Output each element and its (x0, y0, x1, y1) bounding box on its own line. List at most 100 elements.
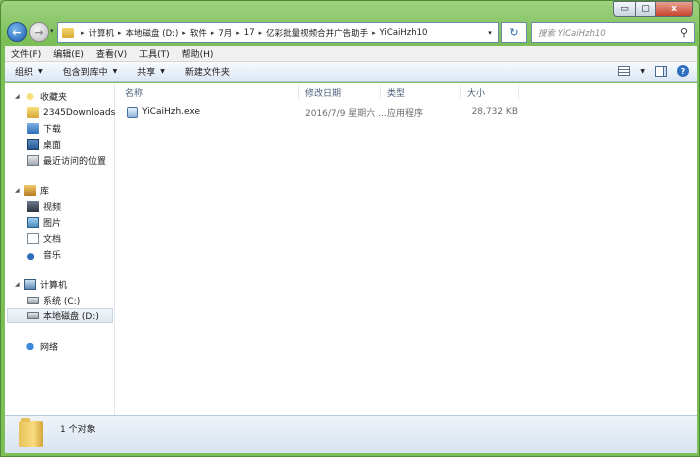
file-row[interactable]: YiCaiHzh.exe 2016/7/9 星期六 ... 应用程序 28,73… (123, 104, 523, 120)
sidebar-item-label: 图片 (43, 219, 62, 229)
command-bar: 组织 ▼ 包含到库中 ▼ 共享 ▼ 新建文件夹 ▼ ? (5, 62, 697, 82)
library-icon (24, 185, 36, 196)
breadcrumb-separator[interactable]: ▸ (81, 29, 85, 37)
minimize-button[interactable]: ▭ (613, 1, 635, 17)
chevron-down-icon[interactable]: ▼ (640, 68, 645, 75)
content-area: ◢ 收藏夹 2345Downloads 下载 桌面 最近访问的位置 ◢ 库 视频… (5, 83, 697, 415)
breadcrumb-separator[interactable]: ▸ (118, 29, 122, 37)
breadcrumb-separator[interactable]: ▸ (236, 29, 240, 37)
sidebar-item-pictures[interactable]: 图片 (27, 215, 61, 230)
back-button[interactable]: ← (7, 22, 27, 42)
chevron-down-icon: ▼ (38, 68, 43, 75)
drive-icon (27, 297, 39, 304)
refresh-button[interactable]: ↻ (501, 22, 527, 43)
file-size: 28,732 KB (471, 107, 518, 117)
desktop-icon (27, 139, 39, 150)
star-icon (24, 91, 36, 102)
column-header-modified[interactable]: 修改日期 (299, 85, 381, 99)
breadcrumb-app-folder[interactable]: 亿彩批量视频合并广告助手 (266, 27, 368, 39)
sidebar-item-label: 本地磁盘 (D:) (43, 312, 99, 322)
recent-places-icon (27, 155, 39, 166)
folder-icon (19, 418, 43, 447)
sidebar-item-2345downloads[interactable]: 2345Downloads (27, 105, 115, 120)
breadcrumb-july[interactable]: 7月 (218, 27, 232, 39)
expand-triangle-icon[interactable]: ◢ (15, 281, 21, 288)
sidebar-network[interactable]: 网络 (15, 339, 58, 354)
recent-pages-dropdown[interactable]: ▾ (50, 27, 54, 35)
breadcrumb-software[interactable]: 软件 (190, 27, 207, 39)
file-name-cell[interactable]: YiCaiHzh.exe (127, 104, 200, 120)
column-header-type[interactable]: 类型 (381, 85, 461, 99)
expand-triangle-icon[interactable]: ◢ (15, 93, 21, 100)
sidebar-computer-label: 计算机 (40, 281, 68, 291)
sidebar-computer[interactable]: ◢ 计算机 (15, 277, 67, 292)
expand-triangle-icon[interactable]: ◢ (15, 187, 21, 194)
sidebar-item-label: 2345Downloads (43, 107, 116, 118)
new-folder-button[interactable]: 新建文件夹 (175, 65, 240, 78)
music-note-icon (27, 249, 39, 260)
explorer-window: ▭ ▢ x ← → ▾ ▸ 计算机 ▸ 本地磁盘 (D:) ▸ 软件 ▸ 7月 … (0, 0, 700, 457)
file-list: 名称 修改日期 类型 大小 YiCaiHzh.exe 2016/7/9 星期六 … (115, 83, 697, 415)
organize-label: 组织 (15, 68, 34, 78)
sidebar-item-music[interactable]: 音乐 (27, 247, 61, 262)
search-input[interactable]: 搜索 YiCaiHzh10 ⚲ (531, 22, 695, 43)
folder-icon (62, 27, 74, 38)
menu-tools[interactable]: 工具(T) (133, 47, 176, 60)
sidebar-favorites[interactable]: ◢ 收藏夹 (15, 89, 67, 104)
chevron-down-icon: ▼ (160, 68, 165, 75)
sidebar-item-desktop[interactable]: 桌面 (27, 137, 61, 152)
breadcrumb-separator[interactable]: ▸ (211, 29, 215, 37)
document-icon (27, 233, 39, 244)
breadcrumb-drive-d[interactable]: 本地磁盘 (D:) (126, 27, 179, 39)
menu-help[interactable]: 帮助(H) (176, 47, 220, 60)
sidebar-item-recent-places[interactable]: 最近访问的位置 (27, 153, 106, 168)
sidebar-libraries[interactable]: ◢ 库 (15, 183, 49, 198)
breadcrumb-current[interactable]: YiCaiHzh10 (380, 28, 428, 38)
network-icon (24, 341, 36, 352)
include-library-label: 包含到库中 (62, 68, 108, 78)
column-header-size[interactable]: 大小 (461, 85, 519, 99)
breadcrumb-separator[interactable]: ▸ (182, 29, 186, 37)
breadcrumb-computer[interactable]: 计算机 (89, 27, 115, 39)
sidebar-item-documents[interactable]: 文档 (27, 231, 61, 246)
file-name: YiCaiHzh.exe (142, 107, 200, 117)
menu-file[interactable]: 文件(F) (5, 47, 47, 60)
sidebar-item-downloads[interactable]: 下载 (27, 121, 61, 136)
navigation-row: ← → ▾ ▸ 计算机 ▸ 本地磁盘 (D:) ▸ 软件 ▸ 7月 ▸ 17 ▸… (5, 19, 697, 45)
close-button[interactable]: x (655, 1, 693, 17)
breadcrumb-separator[interactable]: ▸ (372, 29, 376, 37)
share-button[interactable]: 共享 ▼ (127, 65, 175, 78)
video-icon (27, 201, 39, 212)
details-pane: 1 个对象 (5, 415, 697, 453)
picture-icon (27, 217, 39, 228)
sidebar-libraries-label: 库 (40, 187, 50, 197)
drive-icon (27, 312, 39, 319)
search-icon[interactable]: ⚲ (680, 26, 688, 39)
view-controls: ▼ ? (618, 65, 689, 77)
forward-button[interactable]: → (29, 22, 49, 42)
sidebar-item-label: 视频 (43, 203, 62, 213)
new-folder-label: 新建文件夹 (184, 68, 230, 78)
chevron-down-icon: ▼ (112, 68, 118, 75)
address-bar[interactable]: ▸ 计算机 ▸ 本地磁盘 (D:) ▸ 软件 ▸ 7月 ▸ 17 ▸ 亿彩批量视… (57, 22, 499, 43)
breadcrumb-17[interactable]: 17 (244, 28, 255, 38)
organize-button[interactable]: 组织 ▼ (5, 65, 53, 78)
menu-bar: 文件(F) 编辑(E) 查看(V) 工具(T) 帮助(H) (5, 46, 697, 62)
view-mode-icon[interactable] (618, 66, 631, 76)
sidebar-item-label: 下载 (43, 125, 62, 135)
sidebar-item-videos[interactable]: 视频 (27, 199, 61, 214)
chevron-down-icon[interactable]: ▾ (482, 23, 498, 42)
menu-view[interactable]: 查看(V) (90, 47, 133, 60)
sidebar-item-drive-c[interactable]: 系统 (C:) (27, 293, 80, 308)
download-folder-icon (27, 123, 39, 134)
preview-pane-icon[interactable] (655, 65, 667, 77)
sidebar-network-label: 网络 (40, 343, 59, 353)
sidebar-item-label: 系统 (C:) (43, 297, 81, 307)
menu-edit[interactable]: 编辑(E) (47, 47, 90, 60)
breadcrumb-separator[interactable]: ▸ (259, 29, 263, 37)
column-header-name[interactable]: 名称 (119, 85, 299, 99)
include-library-button[interactable]: 包含到库中 ▼ (53, 65, 128, 78)
sidebar-item-drive-d[interactable]: 本地磁盘 (D:) (7, 308, 113, 323)
help-icon[interactable]: ? (677, 65, 689, 77)
maximize-button[interactable]: ▢ (635, 1, 655, 17)
